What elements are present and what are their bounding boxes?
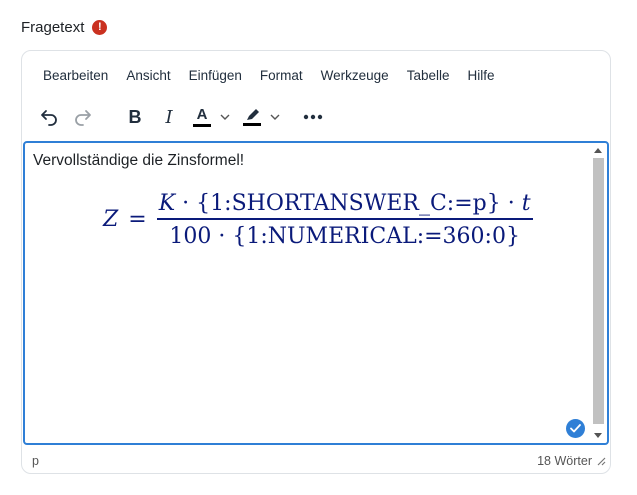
editor-content-area[interactable]: Vervollständige die Zinsformel! Z = K · … (23, 141, 609, 445)
formula-equals: = (128, 207, 147, 233)
required-icon: ! (92, 20, 108, 35)
italic-button[interactable]: I (152, 102, 186, 132)
formula-denominator: 100 · {1:NUMERICAL:=360:0} (169, 223, 520, 249)
undo-icon (41, 110, 57, 126)
menu-format[interactable]: Format (251, 66, 312, 85)
chevron-down-icon (270, 114, 280, 120)
highlight-pen-icon (241, 108, 263, 126)
more-horizontal-icon (303, 114, 323, 120)
chevron-down-icon (220, 114, 230, 120)
redo-icon (75, 110, 91, 126)
element-path[interactable]: p (32, 454, 39, 468)
bold-button[interactable]: B (118, 102, 152, 132)
menu-hilfe[interactable]: Hilfe (458, 66, 503, 85)
redo-button[interactable] (66, 102, 98, 132)
more-button[interactable] (296, 102, 330, 132)
menu-einfuegen[interactable]: Einfügen (180, 66, 251, 85)
menu-werkzeuge[interactable]: Werkzeuge (312, 66, 398, 85)
scroll-down-arrow-icon[interactable] (594, 433, 602, 438)
highlight-color-button[interactable] (236, 102, 286, 132)
math-formula: Z = K · {1:SHORTANSWER_C:=p} · t 100 · {… (103, 191, 533, 249)
content-paragraph: Vervollständige die Zinsformel! (33, 152, 245, 169)
field-label: Fragetext (21, 19, 85, 36)
formula-lhs: Z (103, 207, 119, 233)
menu-bearbeiten[interactable]: Bearbeiten (34, 66, 117, 85)
scrollbar-thumb[interactable] (593, 158, 604, 424)
text-color-button[interactable]: A (186, 102, 236, 132)
statusbar: p 18 Wörter (22, 449, 610, 471)
menu-ansicht[interactable]: Ansicht (117, 66, 179, 85)
rich-text-editor: Bearbeiten Ansicht Einfügen Format Werkz… (21, 50, 611, 474)
menu-tabelle[interactable]: Tabelle (398, 66, 459, 85)
word-count[interactable]: 18 Wörter (537, 454, 592, 468)
formula-numerator: K · {1:SHORTANSWER_C:=p} · t (158, 191, 531, 216)
vertical-scrollbar[interactable] (592, 143, 605, 443)
scroll-up-arrow-icon[interactable] (594, 148, 602, 153)
text-color-icon: A (191, 107, 213, 127)
toolbar: B I A (34, 101, 330, 133)
menubar: Bearbeiten Ansicht Einfügen Format Werkz… (34, 66, 504, 85)
formula-fraction: K · {1:SHORTANSWER_C:=p} · t 100 · {1:NU… (156, 191, 533, 249)
resize-handle-icon[interactable] (596, 456, 606, 466)
undo-button[interactable] (34, 102, 66, 132)
check-circle-icon[interactable] (566, 419, 585, 438)
field-label-row: Fragetext ! (21, 19, 108, 36)
